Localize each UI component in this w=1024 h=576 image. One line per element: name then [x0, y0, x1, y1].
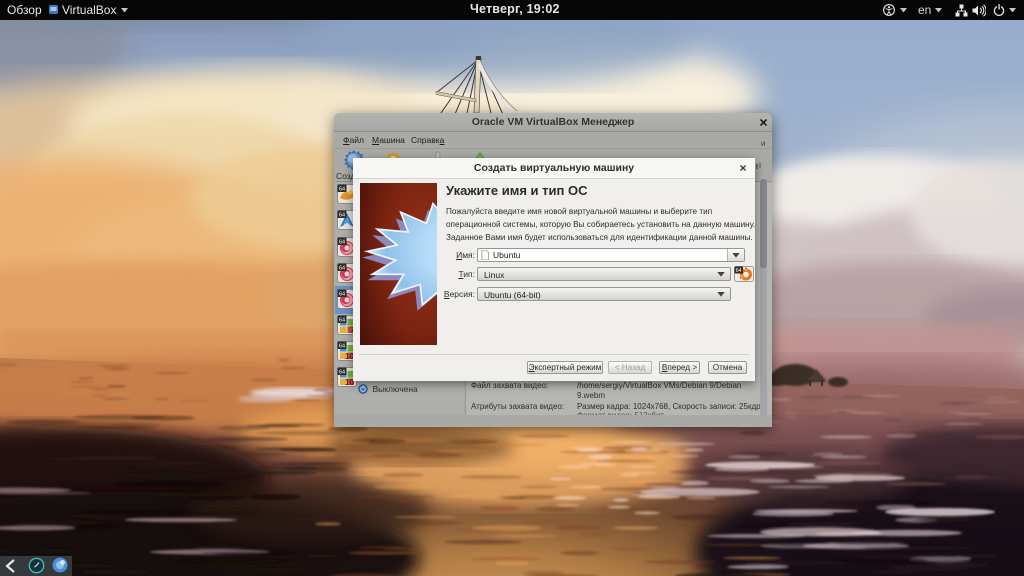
svg-text:64: 64	[339, 344, 345, 350]
svg-text:64: 64	[339, 318, 345, 324]
svg-text:64: 64	[339, 240, 345, 246]
svg-text:64: 64	[339, 213, 345, 219]
svg-text:64: 64	[339, 370, 345, 376]
svg-text:64: 64	[736, 268, 742, 274]
svg-text:64: 64	[339, 266, 345, 272]
svg-text:64: 64	[339, 292, 345, 298]
svg-text:64: 64	[339, 187, 345, 193]
